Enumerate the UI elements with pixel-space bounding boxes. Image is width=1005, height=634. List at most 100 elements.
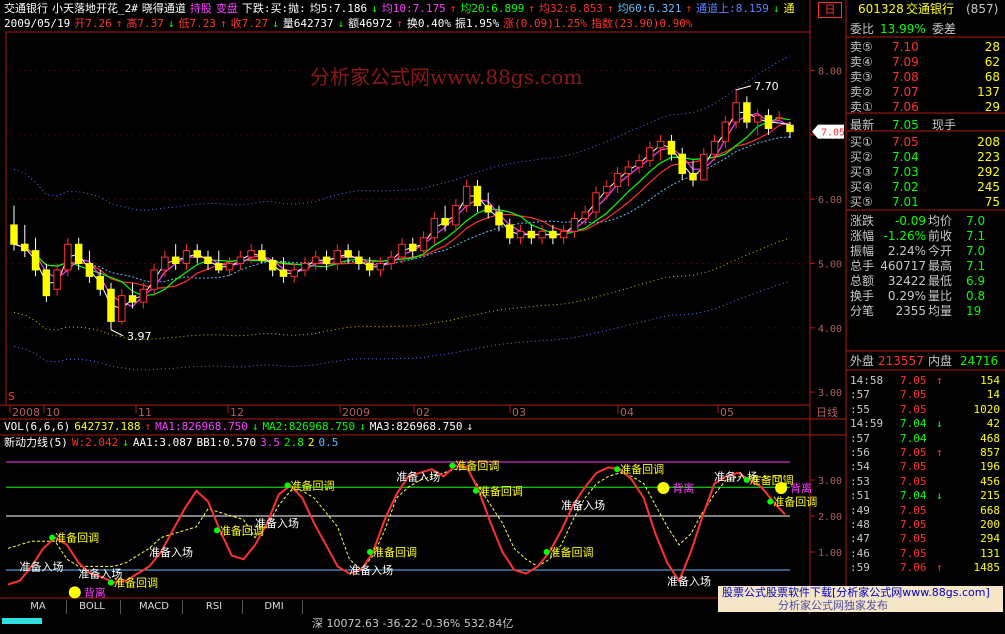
ask-volume: 62 (984, 55, 1000, 69)
ad-banner-tail: 分析家公式网独家发布 (778, 599, 888, 612)
tab-ma[interactable]: MA (10, 600, 67, 614)
signal-entry: 准备入场 (396, 469, 440, 483)
header-line1-segment: 通道上:8.159 (696, 2, 769, 15)
bid-row: 买① 7.05 208 (848, 135, 1003, 150)
tick-price: 7.05 (900, 503, 927, 517)
candle-body (441, 218, 449, 226)
tick-volume: 468 (980, 431, 1000, 445)
date-tick-label: 04 (620, 406, 634, 419)
ask-row: 卖③ 7.08 68 (848, 70, 1003, 85)
candle-body (689, 172, 697, 181)
stat-row: 总额 32422 最低 6.9 (848, 274, 1003, 289)
ind-tick-label: 3.00 (818, 476, 842, 487)
period-badge[interactable]: 日 (818, 2, 842, 18)
candle-body (236, 256, 245, 265)
tick-direction: ↓ (936, 489, 943, 503)
date-tick-label: 2009 (342, 406, 370, 419)
header-line1-segment: ↑ (528, 2, 535, 15)
bid-row: 买③ 7.03 292 (848, 165, 1003, 180)
watermark: 分析家公式网www.88gs.com (310, 65, 583, 89)
stat-label: 振幅 (850, 244, 875, 258)
candle-body (635, 160, 643, 168)
ind-tick-label: 2.00 (818, 512, 842, 523)
tick-time: :46 (850, 546, 870, 560)
stat-label: 分笔 (850, 304, 875, 318)
date-tick-label: 11 (138, 406, 152, 419)
tick-volume: 196 (980, 460, 1000, 474)
candle-body (624, 166, 633, 174)
bid-label: 买① (850, 135, 873, 149)
header-line2-segment: 指数(23.90)0.90% (590, 17, 693, 30)
ask-row: 卖① 7.06 29 (848, 100, 1003, 115)
inner-value: 24716 (960, 354, 999, 368)
bid-volume: 223 (977, 150, 1000, 164)
tick-row: :55 7.05 1020 (848, 403, 1003, 416)
bid-volume: 75 (984, 195, 1000, 209)
stat-value: 7.1 (966, 259, 986, 273)
stat-value: 7.1 (966, 229, 986, 243)
tick-time: :53 (850, 474, 870, 488)
tick-row: :51 7.04 ↓ 215 (848, 489, 1003, 502)
header-line1-segment: 均20:6.899 (460, 2, 525, 15)
signal-pullback: 准备回调 (55, 531, 99, 545)
bid-volume: 245 (977, 180, 1000, 194)
ind-tick-label: 1.00 (818, 548, 842, 559)
candle-body (473, 185, 482, 207)
signal-pullback: 准备回调 (773, 495, 817, 509)
signal-entry: 准备入场 (149, 545, 193, 559)
ask-volume: 28 (984, 40, 1000, 54)
tab-dmi[interactable]: DMI (246, 600, 303, 614)
tick-time: :57 (850, 431, 870, 445)
bid-row: 买④ 7.02 245 (848, 180, 1003, 195)
candle-body (64, 243, 72, 271)
tick-price: 7.05 (900, 518, 927, 531)
status-bar: 深 10072.63 -36.22 -0.36% 532.84亿 (0, 614, 1005, 634)
candle-body (419, 237, 428, 252)
tick-time: :59 (850, 561, 870, 575)
candle-body (516, 230, 525, 239)
tick-volume: 215 (980, 489, 1000, 503)
header-line1-segment: 下跌:买:抛: (241, 2, 306, 15)
candle-body (258, 250, 266, 261)
candle-body (333, 250, 342, 265)
stat-label: 今开 (928, 244, 953, 258)
outer-inner-row: 外盘 213557 内盘 24716 (848, 354, 1003, 369)
tick-time: 14:58 (850, 374, 884, 387)
candle-body (764, 115, 773, 129)
header-ohlc-line: 2009/05/19 开7.26 ↑ 高7.37 ↓ 低7.23 ↑ 收7.27 ↓ 量64273… (4, 17, 696, 31)
last-price: 7.05 (892, 118, 919, 132)
candle-body (527, 230, 536, 239)
status-progress (2, 618, 42, 624)
candle-body (538, 230, 546, 239)
ind-line-segment: 新动力线(5) (4, 436, 68, 449)
tick-row: :49 7.05 668 (848, 504, 1003, 517)
candle-body (21, 243, 29, 252)
tab-boll[interactable]: BOLL (64, 600, 121, 614)
price-tick-label: 4.00 (818, 324, 842, 335)
bid-volume: 208 (977, 135, 1000, 149)
ask-label: 卖① (850, 100, 873, 114)
ad-banner[interactable]: 股票公式股票软件下载[分析家公式网www.88gs.com] 分析家公式网独家发… (718, 586, 1003, 612)
high-callout: 7.70 (754, 80, 779, 93)
ask-price: 7.10 (892, 40, 919, 54)
candle-body (613, 172, 622, 187)
header-line2-segment: ↑ (115, 17, 123, 30)
stat-label: 均价 (928, 214, 953, 228)
dynamic-line-indicator: 新动力线(5) W:2.042 ↓ AA1:3.087 BB1:0.570 3.5 2.8 2… (4, 436, 342, 450)
tab-rsi[interactable]: RSI (186, 600, 243, 614)
tick-direction: ↓ (936, 417, 943, 431)
bid-price: 7.03 (892, 165, 919, 179)
candle-body (118, 295, 126, 322)
tab-macd[interactable]: MACD (126, 600, 183, 614)
candle-body (215, 263, 223, 271)
candle-body (430, 218, 439, 239)
tick-volume: 857 (980, 446, 1000, 459)
stat-value: 0.8 (966, 289, 986, 303)
header-line2-segment: ↓ (167, 17, 175, 30)
stat-value: -0.09 (894, 214, 926, 228)
tick-price: 7.05 (900, 388, 927, 402)
ask-price: 7.06 (892, 100, 919, 114)
tick-price: 7.05 (900, 446, 927, 459)
bid-price: 7.04 (892, 150, 919, 164)
candle-body (161, 256, 169, 271)
